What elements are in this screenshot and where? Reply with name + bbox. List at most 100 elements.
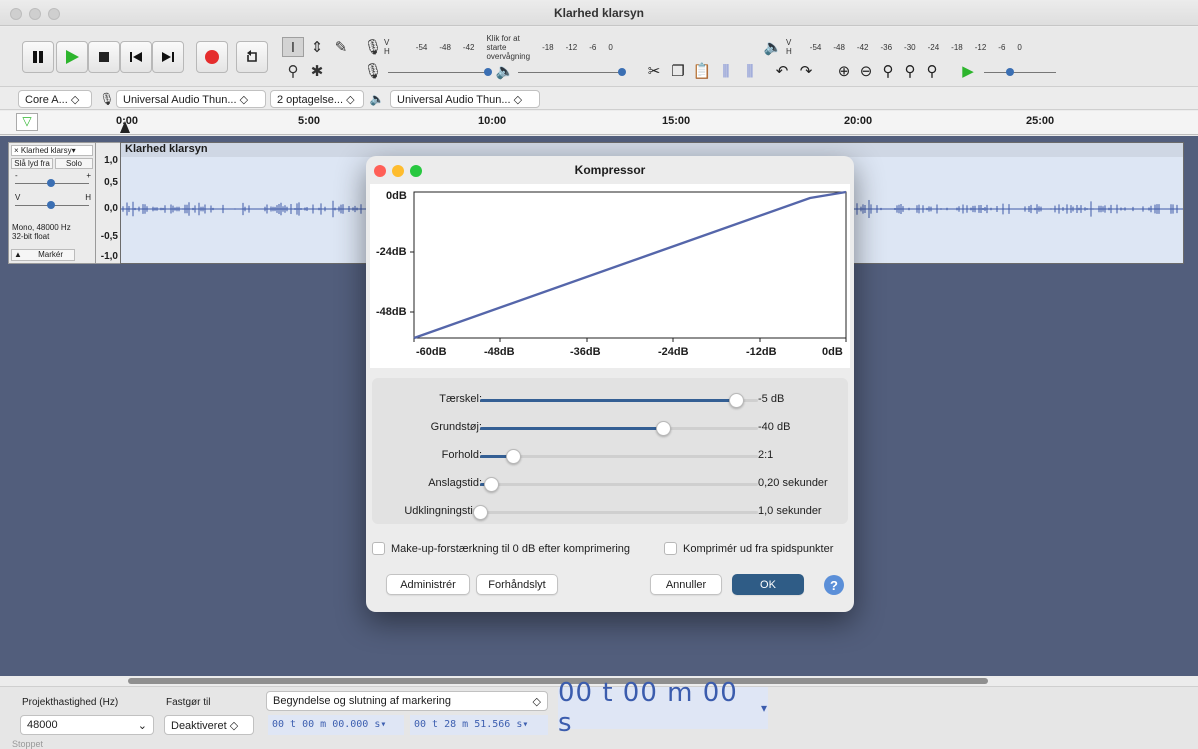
- playback-meter[interactable]: VH -54 -48 -42 -36 -30 -24 -18 -12 -6 0: [786, 38, 1116, 56]
- record-volume-knob[interactable]: [484, 68, 492, 76]
- noise-floor-slider[interactable]: [480, 421, 758, 436]
- meter-tick: -48: [439, 42, 451, 52]
- stop-button[interactable]: [88, 41, 120, 73]
- audio-host-select[interactable]: Core A... ◇: [18, 90, 92, 108]
- play-button[interactable]: [56, 41, 88, 73]
- project-rate-select[interactable]: 48000 ⌄: [20, 715, 154, 735]
- playhead-marker[interactable]: [120, 121, 130, 133]
- audio-position[interactable]: 00 t 00 m 00 s ▾: [558, 678, 768, 738]
- threshold-knob[interactable]: [728, 393, 744, 408]
- ratio-slider[interactable]: [480, 449, 758, 464]
- attack-time-knob[interactable]: [484, 477, 500, 492]
- clip-title[interactable]: Klarhed klarsyn: [121, 143, 1183, 157]
- record-volume-icon: 🎙: [363, 63, 383, 80]
- selection-start-time[interactable]: 00 t 00 m 00.000 s▾: [268, 715, 404, 735]
- ratio-knob[interactable]: [506, 449, 522, 464]
- zoom-toggle-icon[interactable]: ⚲: [922, 61, 942, 81]
- release-time-slider[interactable]: [473, 505, 758, 520]
- makeup-gain-checkbox[interactable]: Make-up-forstærkning til 0 dB efter komp…: [372, 542, 630, 555]
- loop-button[interactable]: [236, 41, 268, 73]
- record-meter[interactable]: VH -54 -48 -42 Klik for at starte overvå…: [384, 34, 622, 61]
- timeline-ruler[interactable]: ▽ 0:00 5:00 10:00 15:00 20:00 25:00: [0, 111, 1198, 135]
- redo-icon[interactable]: ↷: [796, 61, 816, 81]
- mute-button[interactable]: Slå lyd fra: [11, 158, 53, 169]
- selection-mode-select[interactable]: Begyndelse og slutning af markering ◇: [266, 691, 548, 711]
- zoom-out-icon[interactable]: ⊖: [856, 61, 876, 81]
- skip-to-start-button[interactable]: [120, 41, 152, 73]
- dialog-titlebar: Kompressor: [366, 156, 854, 184]
- preview-button[interactable]: Forhåndslyt: [476, 574, 558, 595]
- play-volume-knob[interactable]: [618, 68, 626, 76]
- play-at-speed-icon[interactable]: ▶: [958, 61, 978, 81]
- compress-peaks-box[interactable]: [664, 542, 677, 555]
- paste-icon[interactable]: 📋: [692, 61, 712, 81]
- play-speed-knob[interactable]: [1006, 68, 1014, 76]
- manage-button[interactable]: Administrér: [386, 574, 470, 595]
- draw-tool-icon[interactable]: ✎: [330, 37, 352, 57]
- noise-floor-knob[interactable]: [656, 421, 672, 436]
- play-volume-slider[interactable]: [518, 72, 622, 73]
- envelope-tool-icon[interactable]: ⇕: [306, 37, 328, 57]
- fit-project-icon[interactable]: ⚲: [900, 61, 920, 81]
- record-icon: [205, 50, 219, 64]
- playback-speaker-icon[interactable]: 🔈: [762, 37, 784, 57]
- compress-peaks-checkbox[interactable]: Komprimér ud fra spidspunkter: [664, 542, 833, 555]
- track-name-menu[interactable]: × Klarhed klarsy▾: [11, 145, 93, 156]
- silence-icon[interactable]: ⫼: [740, 61, 760, 81]
- release-time-knob[interactable]: [473, 505, 488, 520]
- selection-tool-icon[interactable]: I: [282, 37, 304, 57]
- selection-mode-value: Begyndelse og slutning af markering: [273, 695, 451, 707]
- snap-select[interactable]: Deaktiveret ◇: [164, 715, 254, 735]
- meter-tick: -12: [565, 42, 578, 52]
- cancel-button[interactable]: Annuller: [650, 574, 722, 595]
- cut-icon[interactable]: ✂: [644, 61, 664, 81]
- channels-select[interactable]: 2 optagelse... ◇: [270, 90, 364, 108]
- ratio-value: 2:1: [758, 449, 774, 461]
- zoom-in-icon[interactable]: ⊕: [834, 61, 854, 81]
- fit-selection-icon[interactable]: ⚲: [878, 61, 898, 81]
- pause-button[interactable]: [22, 41, 54, 73]
- meter-tick: -30: [904, 42, 916, 52]
- selection-end-time[interactable]: 00 t 28 m 51.566 s▾: [410, 715, 548, 735]
- select-track-button[interactable]: ▲ Markér: [11, 249, 75, 261]
- meter-tick: -12: [974, 42, 987, 52]
- timeline-options-icon[interactable]: ▽: [16, 113, 38, 131]
- attack-time-label: Anslagstid:: [428, 477, 482, 489]
- channels-value: 2 optagelse...: [277, 94, 344, 106]
- monitor-hint[interactable]: Klik for at starte overvågning: [486, 34, 530, 61]
- graph-x-label: -36dB: [570, 346, 601, 358]
- makeup-gain-label: Make-up-forstærkning til 0 dB efter komp…: [391, 542, 631, 555]
- play-icon: [66, 50, 79, 64]
- help-button[interactable]: ?: [824, 575, 844, 595]
- ok-button[interactable]: OK: [732, 574, 804, 595]
- input-microphone-icon: 🎙: [99, 92, 115, 106]
- dialog-title: Kompressor: [574, 163, 646, 177]
- zoom-tool-icon[interactable]: ⚲: [282, 61, 304, 81]
- multi-tool-icon[interactable]: ✱: [306, 61, 328, 81]
- timeline-label: 15:00: [662, 115, 691, 127]
- record-button[interactable]: [196, 41, 228, 73]
- snap-label: Fastgør til: [166, 697, 211, 708]
- ratio-row: Forhold: 2:1: [372, 444, 848, 468]
- gain-slider[interactable]: - +: [13, 171, 93, 189]
- skip-start-icon: [130, 52, 142, 62]
- vertical-scale[interactable]: 1,0 0,5 0,0 -0,5 -1,0: [96, 142, 120, 264]
- skip-to-end-button[interactable]: [152, 41, 184, 73]
- makeup-gain-box[interactable]: [372, 542, 385, 555]
- meter-tick: -42: [856, 42, 869, 52]
- meter-tick: -54: [415, 42, 428, 52]
- threshold-label: Tærskel:: [439, 393, 482, 405]
- input-device-select[interactable]: Universal Audio Thun... ◇: [116, 90, 266, 108]
- copy-icon[interactable]: ❐: [668, 61, 688, 81]
- play-speed-slider[interactable]: [984, 72, 1056, 73]
- pan-slider[interactable]: V H: [13, 193, 93, 211]
- attack-time-slider[interactable]: [480, 477, 758, 492]
- microphone-icon[interactable]: 🎙: [362, 37, 384, 57]
- solo-button[interactable]: Solo: [55, 158, 93, 169]
- threshold-slider[interactable]: [480, 393, 758, 408]
- record-volume-slider[interactable]: [388, 72, 488, 73]
- meter-tick: -18: [951, 42, 963, 52]
- output-device-select[interactable]: Universal Audio Thun... ◇: [390, 90, 540, 108]
- undo-icon[interactable]: ↶: [772, 61, 792, 81]
- trim-icon[interactable]: ⫼: [716, 61, 736, 81]
